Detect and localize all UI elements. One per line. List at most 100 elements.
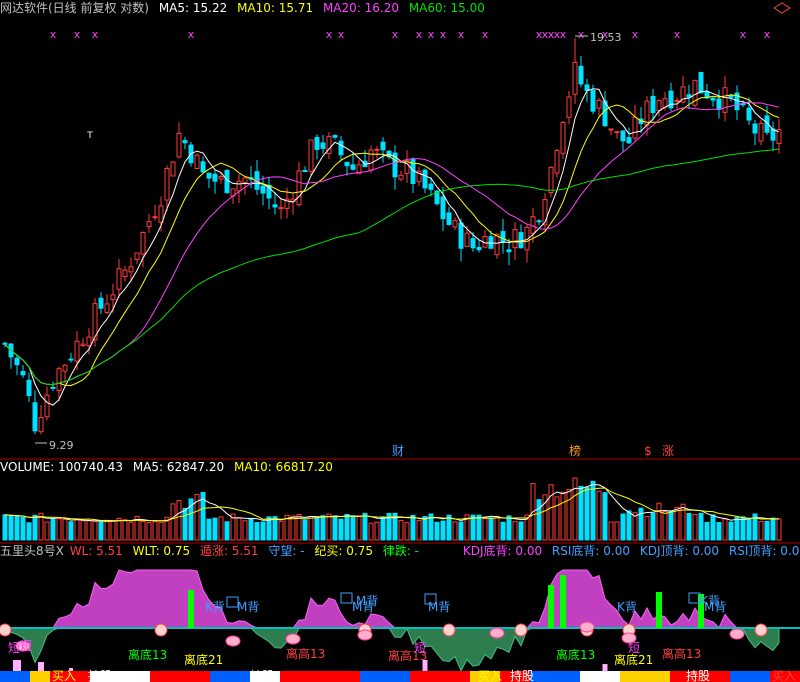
candle-body	[320, 142, 326, 149]
candle-body	[716, 98, 722, 110]
candle-body	[590, 89, 596, 112]
x-marker: x	[458, 28, 465, 41]
high-price-label: 19.53	[590, 31, 622, 44]
volume-bar	[56, 518, 62, 541]
volume-bar	[308, 516, 314, 541]
volume-bar	[572, 477, 578, 541]
candle-body	[74, 340, 80, 362]
candle-body	[470, 238, 476, 249]
x-marker: x	[632, 28, 639, 41]
diamond-icon[interactable]	[773, 2, 791, 14]
status-bar-label: 持股	[686, 668, 710, 682]
volume-bar	[446, 514, 452, 541]
volume-bar	[254, 522, 260, 541]
candle-body	[44, 394, 50, 418]
candle-body	[308, 139, 314, 172]
candle-body	[80, 343, 86, 347]
volume-bar	[668, 510, 674, 541]
candle-body	[464, 232, 470, 247]
candle-body	[572, 61, 578, 95]
volume-bar	[740, 516, 746, 541]
volume-bar	[404, 522, 410, 541]
volume-bar	[590, 480, 596, 541]
status-bar-segment	[280, 671, 360, 682]
indicator-flower-marker	[225, 635, 241, 647]
volume-bar	[596, 490, 602, 541]
volume-bar	[722, 518, 728, 541]
volume-pane	[2, 477, 782, 541]
indicator-label: 离底13	[556, 647, 595, 662]
indicator-flower-marker	[357, 629, 373, 641]
volume-bar	[80, 520, 86, 541]
indicator-flower-marker	[489, 627, 505, 639]
candle-body	[596, 99, 602, 109]
x-marker: x	[740, 28, 747, 41]
volume-bar	[716, 522, 722, 541]
candle-body	[398, 174, 404, 180]
volume-bar	[620, 513, 626, 541]
candle-body	[242, 177, 248, 183]
volume-bar	[320, 515, 326, 541]
stock-chart[interactable]: x x x x x x x x x x x x x x x x x x x x x x xT19.539.29 财榜 $ 涨K背 M…	[0, 0, 800, 682]
volume-bar	[548, 484, 554, 541]
candle-body	[122, 269, 128, 278]
volume-bar	[26, 522, 32, 541]
status-bar-label: 持股	[510, 668, 534, 682]
candle-body	[86, 336, 92, 347]
x-marker: x	[392, 28, 399, 41]
status-bar-segment	[620, 671, 670, 682]
volume-bar	[68, 521, 74, 541]
indicator-label: 离高13	[286, 646, 325, 661]
candle-body	[134, 252, 140, 260]
status-bar-segment	[360, 671, 410, 682]
volume-bar	[98, 521, 104, 541]
volume-bar	[368, 522, 374, 541]
volume-bar	[692, 513, 698, 541]
x-marker: x	[50, 28, 57, 41]
candle-body	[128, 266, 134, 273]
candle-body	[530, 216, 536, 234]
status-bar-segment	[730, 671, 770, 682]
x-marker: x	[578, 28, 585, 41]
candle-body	[20, 370, 26, 376]
candle-body	[656, 100, 662, 111]
candle-body	[38, 417, 44, 433]
volume-bar	[440, 520, 446, 541]
candle-body	[344, 161, 350, 167]
volume-bar	[656, 502, 662, 541]
volume-bar	[350, 515, 356, 541]
candle-body	[152, 216, 158, 219]
candle-body	[494, 233, 500, 256]
candle-body	[614, 131, 620, 134]
volume-bar	[278, 520, 284, 541]
volume-bar	[236, 517, 242, 541]
x-marker: x	[482, 28, 489, 41]
volume-bar	[518, 521, 524, 541]
candle-body	[200, 161, 206, 173]
volume-bar	[128, 521, 134, 541]
volume-bar	[344, 513, 350, 541]
volume-bar	[734, 516, 740, 541]
volume-bar	[650, 512, 656, 541]
indicator-circle-marker	[754, 623, 768, 637]
candle-body	[452, 220, 458, 228]
indicator-spike	[656, 592, 662, 628]
volume-bar	[470, 514, 476, 541]
volume-bar	[728, 521, 734, 541]
x-marker: x	[326, 28, 333, 41]
x-marker: x	[428, 28, 435, 41]
volume-bar	[122, 519, 128, 541]
event-marker: 财	[392, 444, 404, 458]
candle-body	[278, 207, 284, 210]
candle-body	[512, 229, 518, 249]
indicator-label: 离高13	[662, 646, 701, 661]
volume-bar	[224, 521, 230, 541]
candle-body	[272, 204, 278, 208]
candle-body	[302, 169, 308, 173]
x-marker: x	[440, 28, 447, 41]
volume-bar	[20, 516, 26, 541]
volume-bar	[776, 518, 782, 541]
volume-bar	[458, 521, 464, 541]
indicator-spike	[188, 590, 194, 628]
moving-average-lines	[4, 88, 780, 406]
